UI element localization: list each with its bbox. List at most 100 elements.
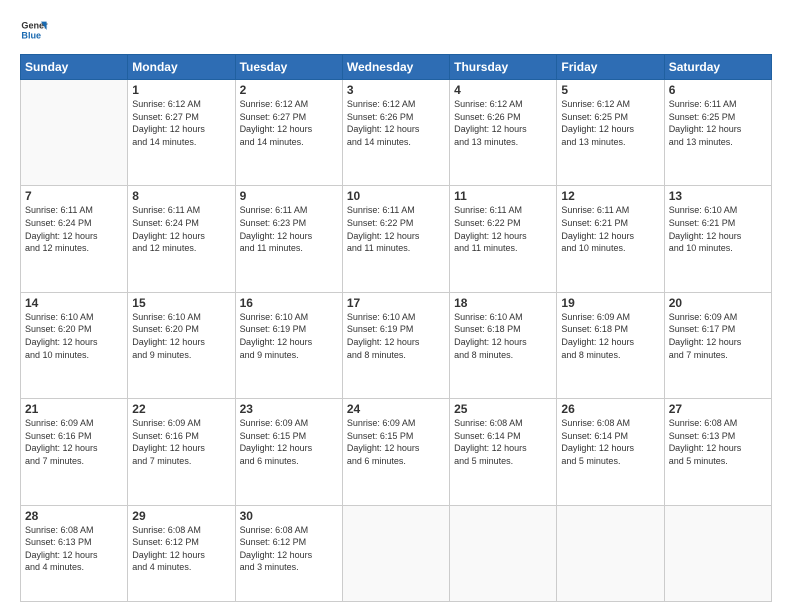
day-info: Sunrise: 6:09 AMSunset: 6:16 PMDaylight:…: [132, 418, 205, 466]
calendar-cell: 26Sunrise: 6:08 AMSunset: 6:14 PMDayligh…: [557, 399, 664, 505]
day-number: 15: [132, 296, 230, 310]
day-info: Sunrise: 6:08 AMSunset: 6:13 PMDaylight:…: [669, 418, 742, 466]
header: General Blue: [20, 16, 772, 44]
calendar-cell: 19 Sunrise: 6:09 AMSunset: 6:18 PMDayligh…: [557, 292, 664, 398]
day-info: Sunrise: 6:09 AMSunset: 6:18 PMDaylight:…: [561, 312, 634, 360]
calendar-cell: 27 Sunrise: 6:08 AMSunset: 6:13 PMDayligh…: [664, 399, 771, 505]
week-row-5: 28 Sunrise: 6:08 AMSunset: 6:13 PMDayligh…: [21, 505, 772, 601]
day-number: 4: [454, 83, 552, 97]
day-info: Sunrise: 6:09 AMSunset: 6:15 PMDaylight:…: [347, 418, 420, 466]
day-info: Sunrise: 6:08 AMSunset: 6:14 PMDaylight:…: [454, 418, 527, 466]
day-number: 2: [240, 83, 338, 97]
day-number: 23: [240, 402, 338, 416]
calendar-cell: 9Sunrise: 6:11 AMSunset: 6:23 PMDaylight…: [235, 186, 342, 292]
day-info: Sunrise: 6:12 AMSunset: 6:27 PMDaylight:…: [240, 99, 313, 147]
day-info: Sunrise: 6:11 AMSunset: 6:24 PMDaylight:…: [132, 205, 205, 253]
day-number: 27: [669, 402, 767, 416]
day-number: 6: [669, 83, 767, 97]
calendar-cell: 14 Sunrise: 6:10 AMSunset: 6:20 PMDayligh…: [21, 292, 128, 398]
day-number: 19: [561, 296, 659, 310]
calendar-cell: [21, 80, 128, 186]
day-info: Sunrise: 6:12 AMSunset: 6:26 PMDaylight:…: [347, 99, 420, 147]
page: General Blue SundayMondayTuesdayWednesda…: [0, 0, 792, 612]
calendar-cell: 29 Sunrise: 6:08 AMSunset: 6:12 PMDayligh…: [128, 505, 235, 601]
day-info: Sunrise: 6:10 AMSunset: 6:20 PMDaylight:…: [25, 312, 98, 360]
calendar-cell: 3Sunrise: 6:12 AMSunset: 6:26 PMDaylight…: [342, 80, 449, 186]
day-number: 9: [240, 189, 338, 203]
calendar-cell: 7 Sunrise: 6:11 AMSunset: 6:24 PMDaylight…: [21, 186, 128, 292]
calendar-cell: 16 Sunrise: 6:10 AMSunset: 6:19 PMDayligh…: [235, 292, 342, 398]
day-number: 29: [132, 509, 230, 523]
calendar-cell: 4 Sunrise: 6:12 AMSunset: 6:26 PMDaylight…: [450, 80, 557, 186]
day-info: Sunrise: 6:12 AMSunset: 6:26 PMDaylight:…: [454, 99, 527, 147]
day-number: 14: [25, 296, 123, 310]
day-number: 30: [240, 509, 338, 523]
day-info: Sunrise: 6:08 AMSunset: 6:14 PMDaylight:…: [561, 418, 634, 466]
day-info: Sunrise: 6:12 AMSunset: 6:27 PMDaylight:…: [132, 99, 205, 147]
day-number: 7: [25, 189, 123, 203]
weekday-header-thursday: Thursday: [450, 55, 557, 80]
day-info: Sunrise: 6:11 AMSunset: 6:21 PMDaylight:…: [561, 205, 634, 253]
day-number: 28: [25, 509, 123, 523]
day-number: 18: [454, 296, 552, 310]
day-info: Sunrise: 6:09 AMSunset: 6:16 PMDaylight:…: [25, 418, 98, 466]
calendar-cell: 21Sunrise: 6:09 AMSunset: 6:16 PMDayligh…: [21, 399, 128, 505]
calendar-table: SundayMondayTuesdayWednesdayThursdayFrid…: [20, 54, 772, 602]
day-info: Sunrise: 6:11 AMSunset: 6:24 PMDaylight:…: [25, 205, 98, 253]
calendar-cell: 30 Sunrise: 6:08 AMSunset: 6:12 PMDayligh…: [235, 505, 342, 601]
day-info: Sunrise: 6:11 AMSunset: 6:25 PMDaylight:…: [669, 99, 742, 147]
calendar-cell: 13Sunrise: 6:10 AMSunset: 6:21 PMDayligh…: [664, 186, 771, 292]
day-info: Sunrise: 6:10 AMSunset: 6:20 PMDaylight:…: [132, 312, 205, 360]
calendar-cell: 25 Sunrise: 6:08 AMSunset: 6:14 PMDayligh…: [450, 399, 557, 505]
day-info: Sunrise: 6:08 AMSunset: 6:12 PMDaylight:…: [132, 525, 205, 573]
weekday-header-tuesday: Tuesday: [235, 55, 342, 80]
calendar-cell: 5 Sunrise: 6:12 AMSunset: 6:25 PMDaylight…: [557, 80, 664, 186]
svg-text:Blue: Blue: [21, 30, 41, 40]
day-number: 17: [347, 296, 445, 310]
calendar-cell: [664, 505, 771, 601]
calendar-cell: 24 Sunrise: 6:09 AMSunset: 6:15 PMDayligh…: [342, 399, 449, 505]
weekday-header-wednesday: Wednesday: [342, 55, 449, 80]
day-number: 16: [240, 296, 338, 310]
day-number: 20: [669, 296, 767, 310]
day-info: Sunrise: 6:10 AMSunset: 6:19 PMDaylight:…: [347, 312, 420, 360]
calendar-cell: 8 Sunrise: 6:11 AMSunset: 6:24 PMDaylight…: [128, 186, 235, 292]
day-info: Sunrise: 6:08 AMSunset: 6:12 PMDaylight:…: [240, 525, 313, 573]
weekday-header-saturday: Saturday: [664, 55, 771, 80]
day-number: 10: [347, 189, 445, 203]
weekday-header-monday: Monday: [128, 55, 235, 80]
day-info: Sunrise: 6:10 AMSunset: 6:18 PMDaylight:…: [454, 312, 527, 360]
calendar-cell: 22 Sunrise: 6:09 AMSunset: 6:16 PMDayligh…: [128, 399, 235, 505]
week-row-2: 7 Sunrise: 6:11 AMSunset: 6:24 PMDaylight…: [21, 186, 772, 292]
day-info: Sunrise: 6:11 AMSunset: 6:22 PMDaylight:…: [347, 205, 420, 253]
day-number: 12: [561, 189, 659, 203]
calendar-cell: 1Sunrise: 6:12 AMSunset: 6:27 PMDaylight…: [128, 80, 235, 186]
day-info: Sunrise: 6:09 AMSunset: 6:17 PMDaylight:…: [669, 312, 742, 360]
calendar-cell: [557, 505, 664, 601]
day-number: 22: [132, 402, 230, 416]
calendar-cell: 12 Sunrise: 6:11 AMSunset: 6:21 PMDayligh…: [557, 186, 664, 292]
day-number: 8: [132, 189, 230, 203]
day-number: 13: [669, 189, 767, 203]
day-info: Sunrise: 6:11 AMSunset: 6:22 PMDaylight:…: [454, 205, 527, 253]
day-number: 25: [454, 402, 552, 416]
calendar-cell: 18 Sunrise: 6:10 AMSunset: 6:18 PMDayligh…: [450, 292, 557, 398]
calendar-cell: 6 Sunrise: 6:11 AMSunset: 6:25 PMDaylight…: [664, 80, 771, 186]
weekday-header-sunday: Sunday: [21, 55, 128, 80]
day-number: 5: [561, 83, 659, 97]
calendar-cell: [342, 505, 449, 601]
calendar-cell: [450, 505, 557, 601]
weekday-header-friday: Friday: [557, 55, 664, 80]
day-info: Sunrise: 6:08 AMSunset: 6:13 PMDaylight:…: [25, 525, 98, 573]
week-row-4: 21Sunrise: 6:09 AMSunset: 6:16 PMDayligh…: [21, 399, 772, 505]
calendar-cell: 17 Sunrise: 6:10 AMSunset: 6:19 PMDayligh…: [342, 292, 449, 398]
day-info: Sunrise: 6:12 AMSunset: 6:25 PMDaylight:…: [561, 99, 634, 147]
weekday-header-row: SundayMondayTuesdayWednesdayThursdayFrid…: [21, 55, 772, 80]
day-info: Sunrise: 6:09 AMSunset: 6:15 PMDaylight:…: [240, 418, 313, 466]
calendar-cell: 2 Sunrise: 6:12 AMSunset: 6:27 PMDaylight…: [235, 80, 342, 186]
calendar-cell: 10 Sunrise: 6:11 AMSunset: 6:22 PMDayligh…: [342, 186, 449, 292]
day-info: Sunrise: 6:10 AMSunset: 6:19 PMDaylight:…: [240, 312, 313, 360]
logo: General Blue: [20, 16, 48, 44]
day-number: 24: [347, 402, 445, 416]
calendar-cell: 23 Sunrise: 6:09 AMSunset: 6:15 PMDayligh…: [235, 399, 342, 505]
